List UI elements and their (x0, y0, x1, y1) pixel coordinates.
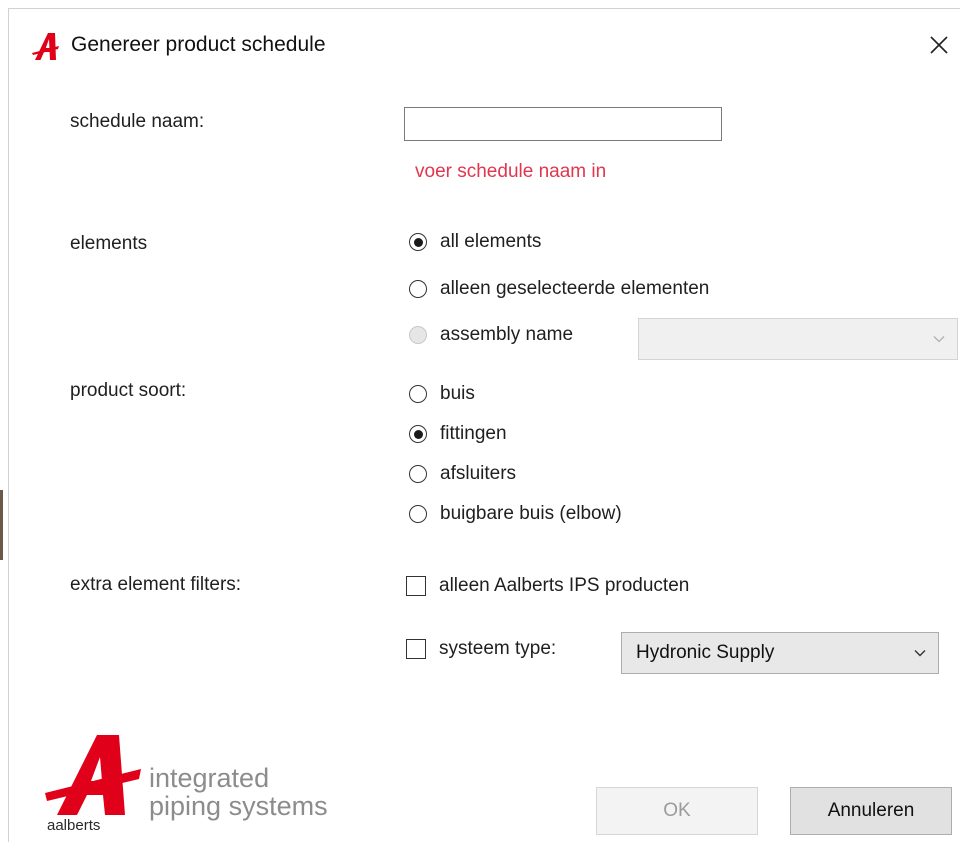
radio-indicator (409, 233, 427, 251)
radio-fittingen-label: fittingen (440, 423, 507, 444)
assembly-name-dropdown[interactable] (638, 318, 958, 360)
checkbox-indicator (406, 576, 426, 596)
chevron-down-icon (914, 650, 926, 657)
schedule-name-error: voer schedule naam in (415, 161, 607, 182)
radio-indicator (409, 505, 427, 523)
radio-selected-elements[interactable]: alleen geselecteerde elementen (409, 278, 709, 300)
radio-all-elements-label: all elements (440, 231, 542, 252)
radio-buis-label: buis (440, 383, 475, 404)
schedule-name-label: schedule naam: (70, 111, 205, 132)
radio-indicator (409, 425, 427, 443)
radio-assembly-name-label: assembly name (440, 324, 574, 345)
checkbox-system-type[interactable]: systeem type: (406, 638, 556, 660)
radio-all-elements[interactable]: all elements (409, 231, 541, 253)
radio-indicator (409, 385, 427, 403)
window-title: Genereer product schedule (71, 33, 326, 56)
title-bar: Genereer product schedule (9, 9, 961, 81)
dialog-window: Genereer product schedule schedule naam:… (8, 8, 960, 842)
brand-area: integrated piping systems aalberts (39, 729, 359, 839)
checkbox-system-type-label: systeem type: (439, 638, 557, 659)
checkbox-only-aalberts-label: alleen Aalberts IPS producten (439, 575, 690, 596)
system-type-dropdown[interactable]: Hydronic Supply (621, 632, 939, 674)
radio-afsluiters[interactable]: afsluiters (409, 463, 516, 485)
radio-buigbare-buis[interactable]: buigbare buis (elbow) (409, 503, 622, 525)
radio-buis[interactable]: buis (409, 383, 475, 405)
cancel-button[interactable]: Annuleren (790, 787, 952, 835)
background-window-edge (0, 490, 3, 560)
radio-indicator (409, 326, 427, 344)
radio-assembly-name[interactable]: assembly name (409, 324, 573, 346)
close-button[interactable] (921, 27, 957, 63)
brand-tagline-line2: piping systems (149, 791, 328, 821)
radio-fittingen[interactable]: fittingen (409, 423, 507, 445)
schedule-name-input[interactable] (404, 107, 722, 141)
radio-buigbare-buis-label: buigbare buis (elbow) (440, 503, 622, 524)
system-type-value: Hydronic Supply (636, 642, 775, 663)
extra-filters-label: extra element filters: (70, 574, 242, 595)
brand-name: aalberts (47, 817, 101, 834)
radio-indicator (409, 280, 427, 298)
radio-indicator (409, 465, 427, 483)
aalberts-a-logo-icon (32, 33, 59, 60)
ok-button[interactable]: OK (596, 787, 758, 835)
radio-afsluiters-label: afsluiters (440, 463, 517, 484)
checkbox-only-aalberts[interactable]: alleen Aalberts IPS producten (406, 575, 689, 597)
elements-label: elements (70, 233, 148, 254)
checkbox-indicator (406, 639, 426, 659)
close-icon (930, 36, 948, 54)
chevron-down-icon (933, 336, 945, 343)
radio-selected-elements-label: alleen geselecteerde elementen (440, 278, 710, 299)
brand-tagline-line1: integrated (149, 763, 270, 793)
product-type-label: product soort: (70, 380, 187, 401)
